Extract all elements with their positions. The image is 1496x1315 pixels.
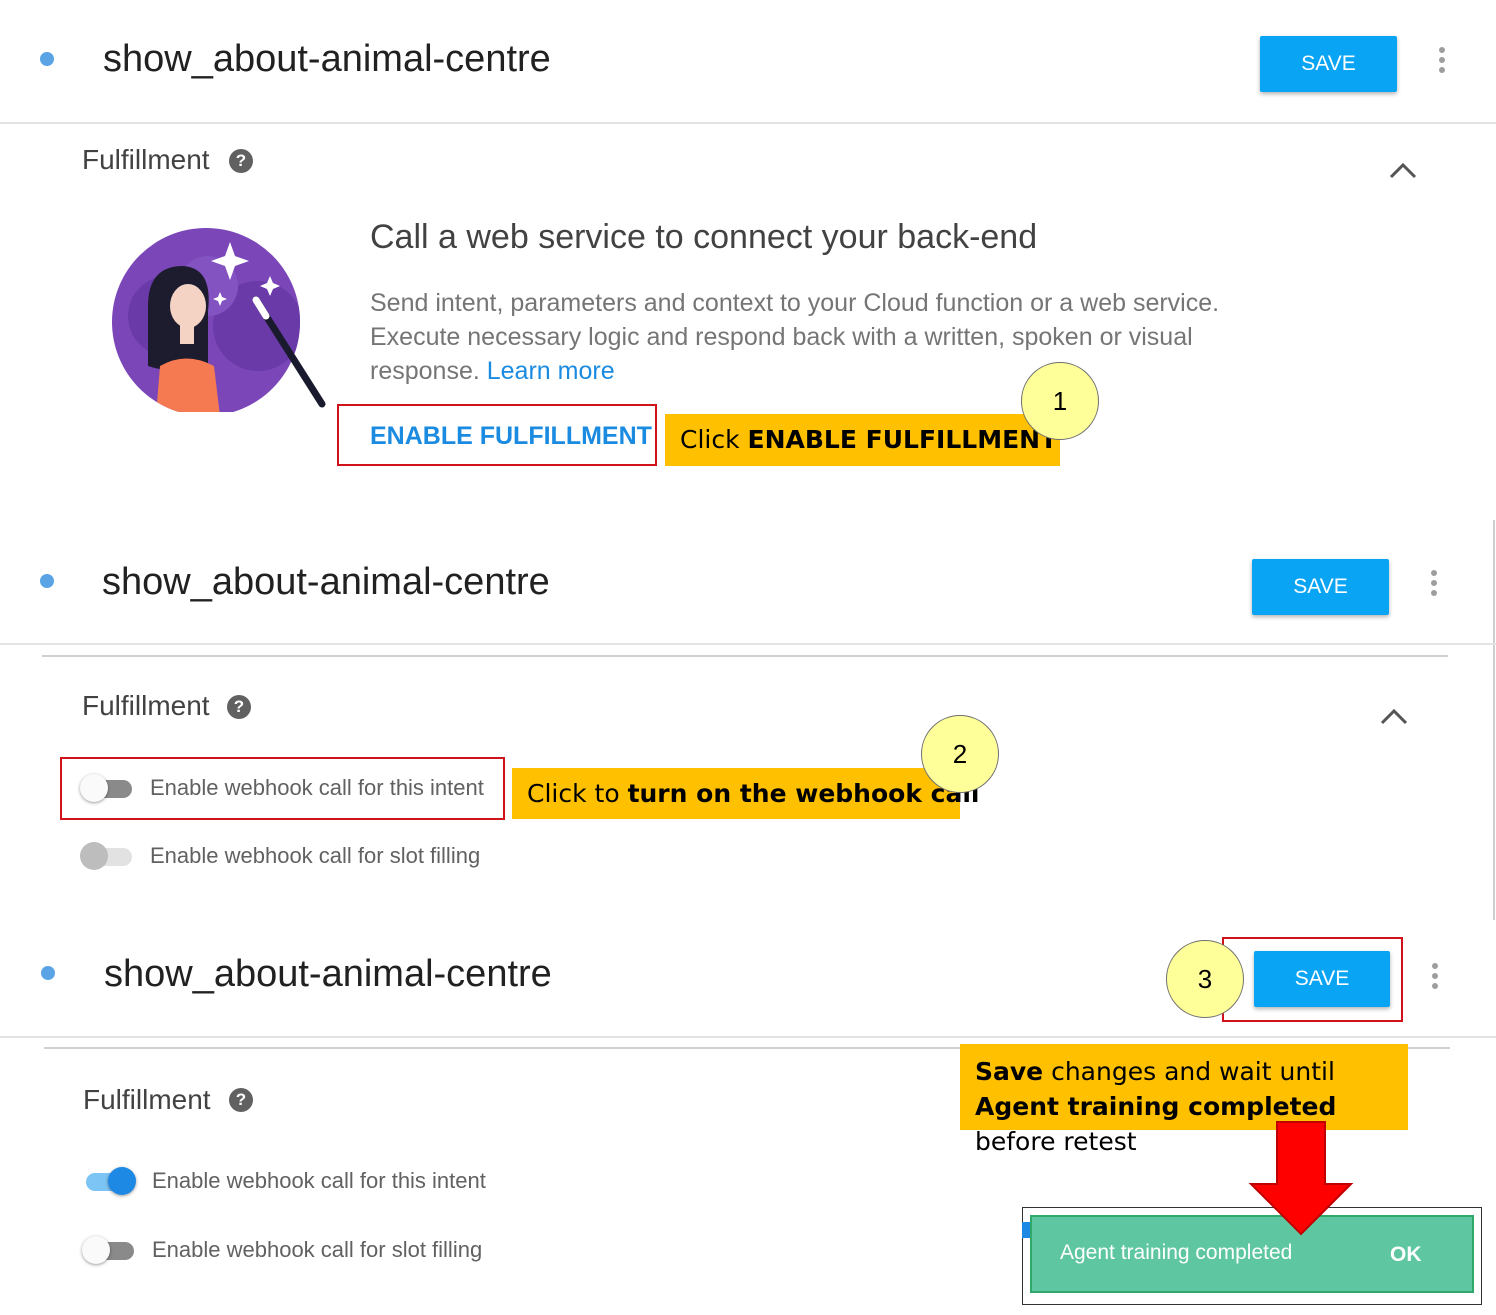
toggle-label: Enable webhook call for slot filling: [152, 1237, 483, 1262]
intent-title: show_about-animal-centre: [102, 561, 550, 603]
divider: [1493, 520, 1495, 920]
down-arrow-icon: [1248, 1121, 1354, 1236]
enable-fulfillment-button[interactable]: ENABLE FULFILLMENT: [370, 422, 652, 451]
more-vert-icon[interactable]: [1438, 47, 1446, 73]
toast-edge: [1022, 1222, 1030, 1238]
callout-step-2: Click to turn on the webhook call: [512, 768, 979, 819]
fulfillment-section-label: Fulfillment: [82, 690, 210, 721]
intent-status-dot-icon: [41, 966, 55, 980]
help-icon[interactable]: ?: [229, 149, 253, 173]
intent-status-dot-icon: [40, 574, 54, 588]
wand-illustration: [112, 228, 326, 412]
callout-step-1: Click ENABLE FULFILLMENT: [665, 414, 1060, 466]
help-icon[interactable]: ?: [229, 1088, 253, 1112]
divider: [42, 655, 1448, 657]
webhook-slot-filling-toggle[interactable]: [82, 1236, 138, 1264]
more-vert-icon[interactable]: [1431, 963, 1439, 989]
step-1-badge: 1: [1021, 362, 1099, 440]
fulfillment-section-label: Fulfillment: [83, 1084, 211, 1115]
webhook-slot-filling-toggle[interactable]: [80, 842, 136, 870]
toast-ok-button[interactable]: OK: [1390, 1243, 1422, 1267]
save-button[interactable]: SAVE: [1254, 951, 1390, 1007]
toggle-label: Enable webhook call for this intent: [150, 775, 484, 800]
webhook-intent-toggle[interactable]: [80, 774, 136, 802]
fulfillment-description: Send intent, parameters and context to y…: [370, 289, 1220, 385]
intent-title: show_about-animal-centre: [103, 38, 551, 80]
chevron-up-icon[interactable]: [1379, 706, 1409, 726]
callout-note: Save changes and wait until Agent traini…: [960, 1044, 1408, 1156]
save-button[interactable]: SAVE: [1252, 559, 1389, 615]
help-icon[interactable]: ?: [227, 695, 251, 719]
save-button[interactable]: SAVE: [1260, 36, 1397, 92]
step-3-badge: 3: [1166, 940, 1244, 1018]
intent-status-dot-icon: [40, 52, 54, 66]
toggle-label: Enable webhook call for this intent: [152, 1168, 486, 1193]
toggle-label: Enable webhook call for slot filling: [150, 843, 481, 868]
fulfillment-heading: Call a web service to connect your back-…: [370, 218, 1038, 256]
divider: [0, 1036, 1496, 1038]
step-2-badge: 2: [921, 715, 999, 793]
chevron-up-icon[interactable]: [1388, 160, 1418, 180]
divider: [0, 643, 1496, 645]
learn-more-link[interactable]: Learn more: [487, 357, 615, 385]
intent-title: show_about-animal-centre: [104, 953, 552, 995]
divider: [0, 122, 1496, 124]
more-vert-icon[interactable]: [1430, 570, 1438, 596]
toast-message: Agent training completed: [1060, 1241, 1293, 1264]
fulfillment-section-label: Fulfillment: [82, 144, 210, 175]
webhook-intent-toggle[interactable]: [82, 1167, 138, 1195]
